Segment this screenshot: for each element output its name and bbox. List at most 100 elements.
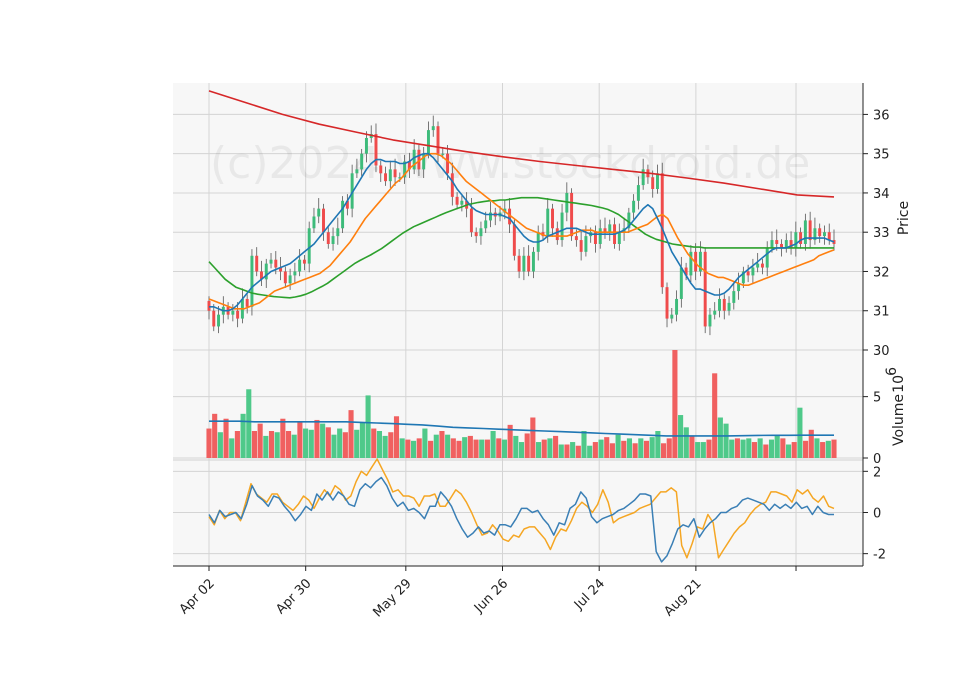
volume-bar <box>598 439 604 458</box>
candle-body <box>651 177 655 190</box>
volume-bar <box>320 423 326 458</box>
candle-body <box>307 228 311 264</box>
volume-bar <box>734 438 740 458</box>
volume-bar <box>609 443 615 458</box>
volume-axis-exponent-base: 10 <box>891 375 907 393</box>
chart-canvas: (c)2024 www.stockdroid.de Apr 02 Apr 30 Ma… <box>173 83 912 620</box>
candle-body <box>317 208 321 217</box>
volume-bar <box>592 442 598 458</box>
candle-body <box>670 314 674 319</box>
oscillator-panel <box>173 460 863 566</box>
volume-bar <box>257 423 263 458</box>
volume-bar <box>808 429 814 458</box>
volume-bar <box>303 428 309 458</box>
candle-body <box>574 236 578 241</box>
candle-body <box>288 275 292 284</box>
volume-bar <box>780 438 786 458</box>
price-y-tick-label: 31 <box>873 305 890 320</box>
candle-body <box>331 236 335 244</box>
volume-bar <box>314 419 320 458</box>
candle-body <box>765 247 769 268</box>
volume-bar <box>751 442 758 458</box>
volume-bar <box>251 431 258 458</box>
volume-bar <box>524 433 530 458</box>
volume-bar <box>291 434 297 458</box>
volume-bar <box>621 440 627 458</box>
volume-bar <box>581 431 587 458</box>
volume-bar <box>564 444 570 458</box>
candle-body <box>469 208 473 233</box>
price-y-tick-label: 34 <box>873 187 890 202</box>
volume-bar <box>246 389 252 458</box>
volume-bar <box>791 442 797 458</box>
volume-bar <box>439 431 445 458</box>
volume-bar <box>359 422 365 458</box>
volume-bar <box>570 442 576 458</box>
candle-body <box>818 228 822 237</box>
volume-bar <box>820 442 826 458</box>
volume-bar <box>825 440 831 458</box>
volume-bar <box>354 429 360 458</box>
volume-bar <box>615 434 621 458</box>
candle-body <box>479 228 483 237</box>
x-tick-label-1: Apr 30 <box>273 576 314 617</box>
volume-bar <box>541 439 547 458</box>
volume-bar <box>484 439 490 458</box>
candle-body <box>474 232 478 237</box>
volume-bar <box>337 428 343 458</box>
volume-bar <box>450 438 456 458</box>
volume-bar <box>513 435 519 458</box>
volume-bar <box>422 428 428 458</box>
volume-bar <box>496 438 502 458</box>
candle-body <box>379 165 383 174</box>
chart-figure: (c)2024 www.stockdroid.de Apr 02 Apr 30 Ma… <box>0 0 960 690</box>
volume-bar <box>405 439 411 458</box>
volume-bar <box>462 437 468 458</box>
candle-body <box>512 224 516 256</box>
volume-bar <box>382 435 388 458</box>
volume-bar <box>501 439 508 458</box>
candle-body <box>803 220 807 244</box>
candle-body <box>322 208 325 233</box>
candle-body <box>355 169 359 174</box>
candle-body <box>822 232 826 237</box>
candle-body <box>455 196 459 205</box>
candle-body <box>760 263 764 268</box>
candle-body <box>293 271 297 276</box>
volume-bar <box>467 435 473 458</box>
volume-bar <box>672 350 678 458</box>
volume-bar <box>706 439 712 458</box>
candle-body <box>255 255 259 272</box>
candle-body <box>775 240 779 244</box>
candle-body <box>551 208 554 229</box>
candle-body <box>527 255 531 272</box>
candle-body <box>584 236 588 252</box>
volume-bar <box>575 445 581 458</box>
volume-bar <box>632 443 638 458</box>
candle-body <box>312 216 316 229</box>
candle-body <box>207 300 211 311</box>
candle-body <box>679 267 683 299</box>
candle-body <box>756 263 760 268</box>
volume-bar <box>729 439 735 458</box>
x-tick-label-5: Aug 21 <box>662 576 705 619</box>
volume-bar <box>410 440 417 458</box>
volume-bar <box>689 435 695 458</box>
volume-bar <box>376 431 383 458</box>
candle-body <box>770 240 774 248</box>
candle-body <box>298 259 302 272</box>
volume-bar <box>626 438 633 458</box>
candle-body <box>632 200 636 213</box>
candle-body <box>570 192 574 237</box>
volume-bar <box>547 438 553 458</box>
volume-axis-exponent: 6 <box>884 367 900 376</box>
price-y-tick-label: 30 <box>873 344 890 359</box>
volume-bar <box>683 427 689 458</box>
volume-bar <box>428 440 434 458</box>
x-tick-label-0: Apr 02 <box>177 576 218 617</box>
candle-body <box>675 298 679 315</box>
candle-body <box>460 200 464 205</box>
candle-body <box>636 185 640 201</box>
volume-bar <box>803 440 809 458</box>
volume-bar <box>263 435 269 458</box>
